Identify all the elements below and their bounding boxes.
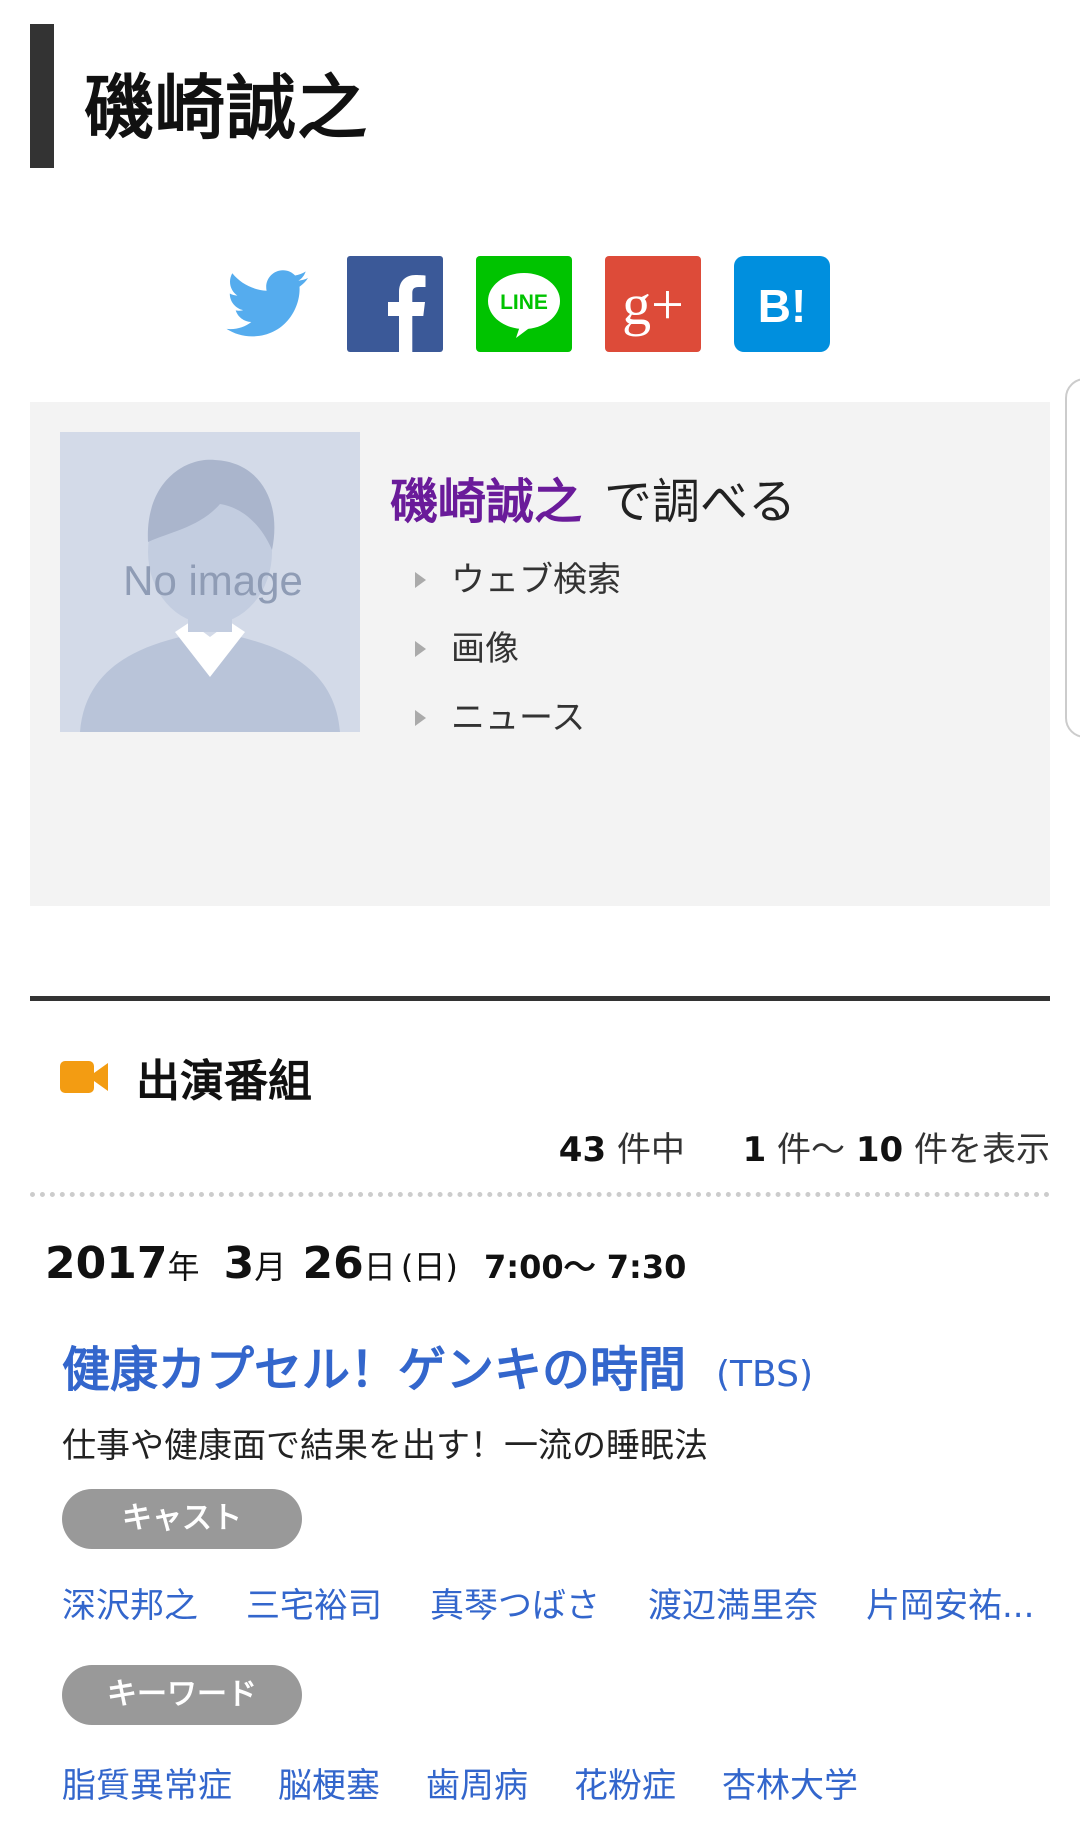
broadcast-datetime: 2017年 3月 26日 (日) 7:00〜 7:30 — [45, 1238, 687, 1289]
line-label: LINE — [500, 291, 548, 314]
title-accent-bar — [30, 24, 54, 168]
facebook-share-button[interactable] — [347, 256, 443, 352]
search-box: No image 磯崎誠之 で調べる ウェブ検索 画像 ニュース — [30, 402, 1050, 906]
keyword-link[interactable]: 花粉症 — [574, 1758, 676, 1807]
keyword-link[interactable]: 歯周病 — [426, 1758, 528, 1807]
section-divider — [30, 996, 1050, 1001]
page-title: 磯崎誠之 — [84, 67, 368, 149]
cast-link[interactable]: 深沢邦之 — [62, 1578, 198, 1627]
keyword-label-badge: キーワード — [62, 1665, 302, 1725]
triangle-right-icon — [415, 710, 426, 726]
triangle-right-icon — [415, 641, 426, 657]
video-camera-icon — [60, 1061, 108, 1093]
program-channel: (TBS) — [716, 1354, 814, 1395]
dotted-divider — [30, 1192, 1050, 1197]
hatena-bookmark-share-button[interactable]: B! — [734, 256, 830, 352]
line-share-button[interactable]: LINE — [476, 256, 572, 352]
search-person-name[interactable]: 磯崎誠之 — [390, 474, 582, 530]
news-search-link[interactable]: ニュース — [415, 695, 621, 764]
no-image-placeholder: No image — [60, 432, 360, 732]
share-buttons: LINE g+ B! — [218, 256, 830, 354]
search-heading: 磯崎誠之 で調べる — [390, 462, 796, 532]
no-image-text: No image — [123, 557, 303, 604]
cast-link[interactable]: 片岡安祐... — [866, 1578, 1034, 1627]
cast-link[interactable]: 三宅裕司 — [246, 1578, 382, 1627]
cast-link[interactable]: 渡辺満里奈 — [648, 1578, 818, 1627]
cast-label-badge: キャスト — [62, 1489, 302, 1549]
hatena-label: B! — [758, 280, 807, 332]
web-search-link[interactable]: ウェブ検索 — [415, 557, 621, 626]
search-suffix: で調べる — [604, 474, 797, 530]
program-title-link[interactable]: 健康カプセル！ゲンキの時間 (TBS) — [62, 1330, 813, 1400]
google-plus-icon: g+ — [622, 272, 684, 337]
google-plus-share-button[interactable]: g+ — [605, 256, 701, 352]
gplus-label: g+ — [622, 272, 684, 337]
cast-link[interactable]: 真琴つばさ — [430, 1578, 600, 1627]
twitter-icon — [226, 270, 308, 337]
hatena-icon: B! — [758, 280, 807, 332]
facebook-icon — [388, 275, 426, 352]
twitter-share-button[interactable] — [218, 256, 314, 352]
programs-header: 出演番組 — [60, 1045, 312, 1109]
program-description: 仕事や健康面で結果を出す！一流の睡眠法 — [62, 1426, 708, 1466]
keyword-link[interactable]: 脳梗塞 — [278, 1758, 380, 1807]
cast-list: 深沢邦之 三宅裕司 真琴つばさ 渡辺満里奈 片岡安祐... — [62, 1578, 1034, 1627]
line-icon: LINE — [488, 273, 560, 338]
result-count: 43 件中 1 件〜 10 件を表示 — [558, 1130, 1050, 1170]
image-search-link[interactable]: 画像 — [415, 626, 621, 695]
side-drawer-tab[interactable] — [1065, 378, 1080, 738]
search-links: ウェブ検索 画像 ニュース — [415, 557, 621, 764]
programs-heading: 出演番組 — [136, 1056, 312, 1107]
triangle-right-icon — [415, 572, 426, 588]
keyword-list: 脂質異常症 脳梗塞 歯周病 花粉症 杏林大学 — [62, 1758, 858, 1807]
person-silhouette-icon: No image — [60, 432, 360, 732]
keyword-link[interactable]: 杏林大学 — [722, 1758, 858, 1807]
keyword-link[interactable]: 脂質異常症 — [62, 1758, 232, 1807]
